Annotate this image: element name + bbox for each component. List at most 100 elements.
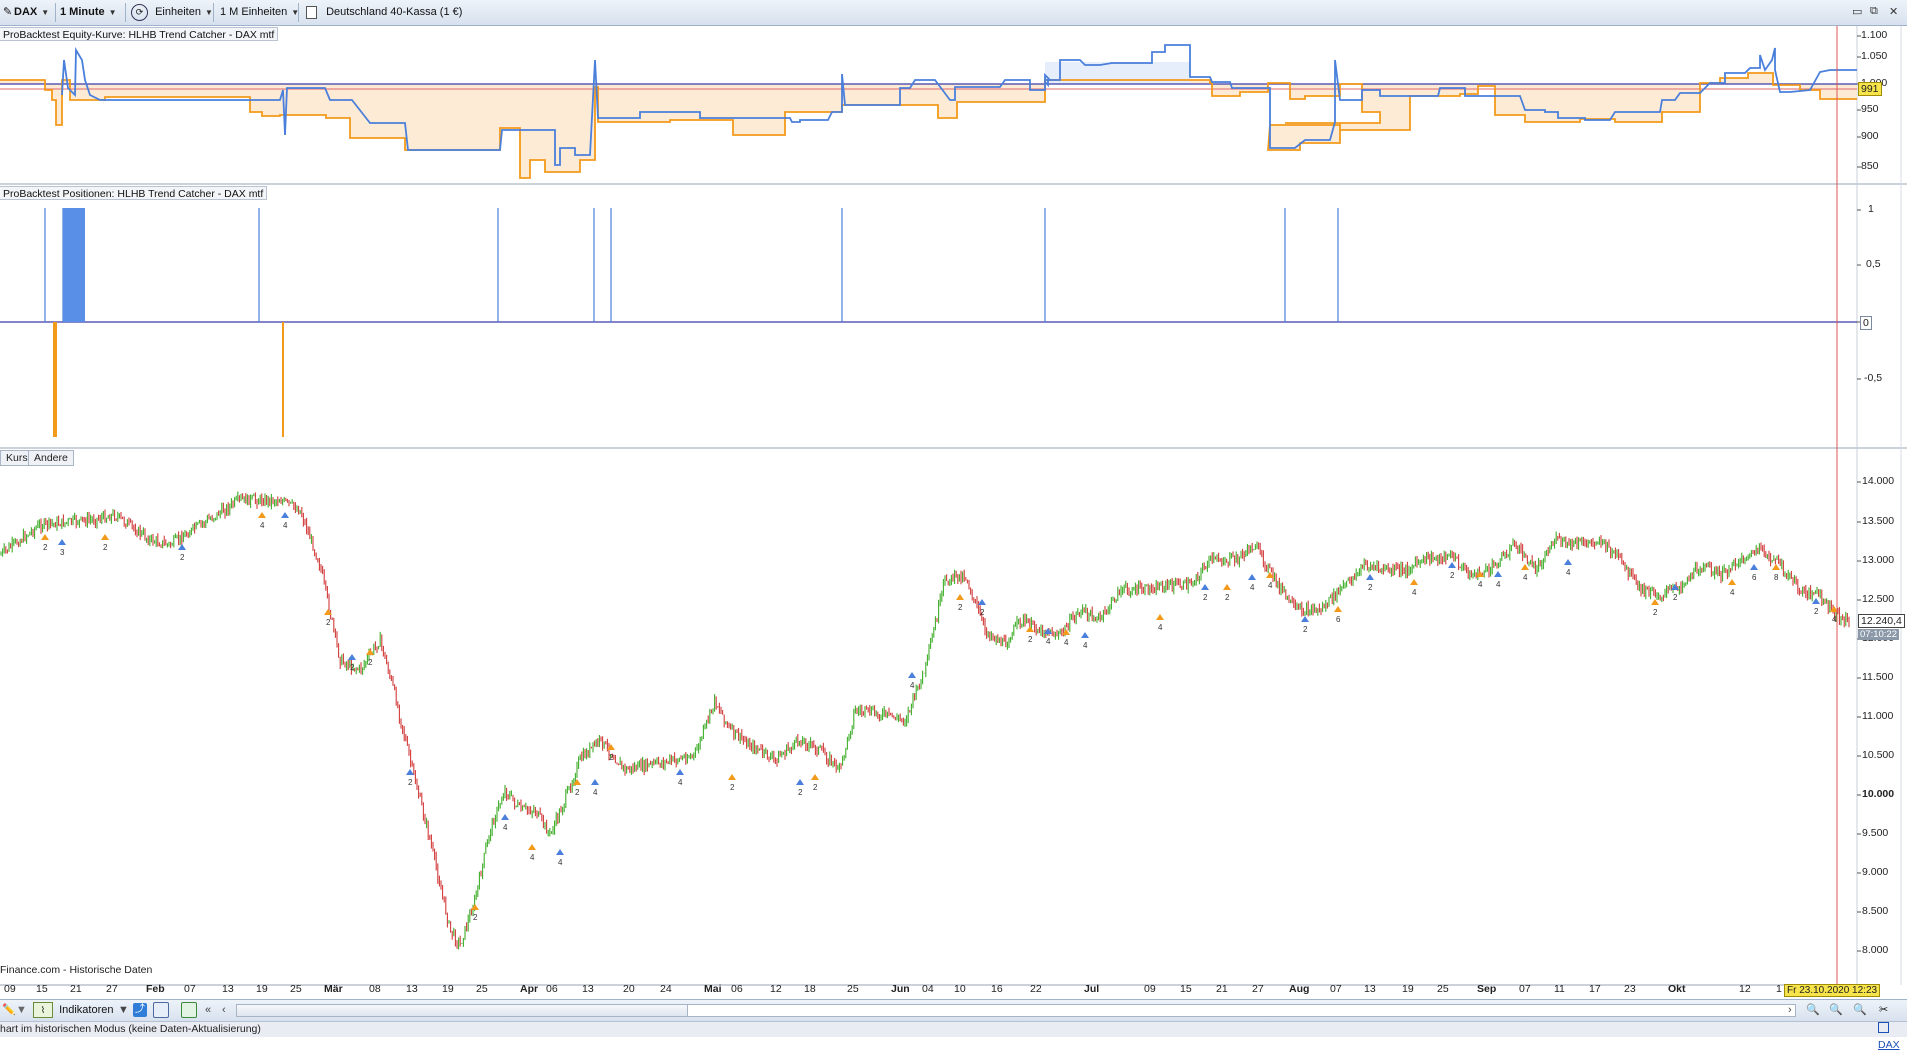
time-axis-label: 25 <box>290 983 302 995</box>
trade-marker-arrow <box>796 779 804 785</box>
time-axis-label: 06 <box>546 983 558 995</box>
time-axis-label: 17 <box>1589 983 1601 995</box>
zoom-in-icon[interactable]: 🔍 <box>1853 1002 1867 1019</box>
trade-marker-arrow <box>1156 614 1164 620</box>
dax-link[interactable]: DAX <box>1878 1022 1907 1053</box>
time-axis-label: Aug <box>1289 983 1310 995</box>
bottom-toolbar: ✏️ ▼ ⌇ Indikatoren ▼ ⤴ « ‹ › 🔍 🔍 🔍 ✂ <box>0 999 1907 1021</box>
time-axis-label: 13 <box>222 983 234 995</box>
trade-marker-arrow <box>41 534 49 540</box>
trade-marker-arrow <box>101 534 109 540</box>
zoom-out-icon[interactable]: 🔍 <box>1829 1002 1843 1019</box>
export-icon[interactable] <box>181 1002 197 1019</box>
time-axis-label: 12 <box>770 983 782 995</box>
trade-marker-count: 4 <box>1064 638 1069 647</box>
chevron-down-icon[interactable]: ▼ <box>118 1002 129 1019</box>
price-tick: 14.000 <box>1862 475 1895 487</box>
trade-marker-count: 2 <box>473 913 478 922</box>
status-text: hart im historischen Modus (keine Daten-… <box>0 1023 261 1035</box>
timeframe-selector[interactable]: 1 Minute ▼ <box>60 3 117 22</box>
chart-area[interactable]: 23224 4222224442 4242224222 4 4 442 24 4262424 4… <box>0 26 1907 999</box>
current-time-label: 07:10:22 <box>1858 629 1899 640</box>
trade-marker-count: 2 <box>1653 608 1658 617</box>
scroll-left-fast-icon[interactable]: « <box>205 1002 211 1019</box>
tab-andere[interactable]: Andere <box>28 450 74 466</box>
time-axis-label: 09 <box>4 983 16 995</box>
equity-tick: 1.100 <box>1861 29 1888 41</box>
trade-marker-count: 4 <box>1566 568 1571 577</box>
time-axis-label: 23 <box>1624 983 1636 995</box>
trade-marker-count: 4 <box>530 853 535 862</box>
equity-tick: 900 <box>1861 130 1879 142</box>
trade-marker-count: 2 <box>43 543 48 552</box>
time-axis-label: 13 <box>1364 983 1376 995</box>
data-source-note: Finance.com - Historische Daten <box>0 964 153 976</box>
trade-marker-arrow <box>1651 599 1659 605</box>
trade-marker-arrow <box>728 774 736 780</box>
time-axis-label: 27 <box>1252 983 1264 995</box>
trade-marker-count: 4 <box>1496 580 1501 589</box>
units-selector[interactable]: ⟳ Einheiten ▼ <box>131 3 213 22</box>
trade-marker-arrow <box>366 649 374 655</box>
units-count-label: 1 M Einheiten <box>220 6 288 18</box>
trade-marker-arrow <box>58 539 66 545</box>
price-tick: 9.000 <box>1862 866 1889 878</box>
trade-marker-count: 2 <box>575 788 580 797</box>
current-price-label: 12.240,4 <box>1858 614 1905 628</box>
trade-marker-count: 2 <box>609 753 614 762</box>
positions-tick: -0,5 <box>1864 372 1883 384</box>
trade-marker-count: 2 <box>408 778 413 787</box>
price-tick: 8.000 <box>1862 944 1889 956</box>
scroll-right-icon[interactable]: › <box>1788 1002 1792 1019</box>
time-axis-label: 04 <box>922 983 934 995</box>
time-axis-label: 27 <box>106 983 118 995</box>
zoom-fit-icon[interactable]: 🔍 <box>1806 1002 1820 1019</box>
trade-marker-count: 4 <box>558 858 563 867</box>
scrollbar-thumb[interactable] <box>237 1005 688 1016</box>
pencil-tool-icon[interactable]: ✏️ <box>2 1002 16 1019</box>
units-count-selector[interactable]: 1 M Einheiten ▼ <box>220 3 299 22</box>
time-axis-label: 25 <box>1437 983 1449 995</box>
copy-icon[interactable] <box>153 1002 169 1019</box>
trade-marker-count: 2 <box>326 618 331 627</box>
trade-marker-arrow <box>1728 579 1736 585</box>
price-tick: 13.000 <box>1862 554 1895 566</box>
time-axis-label: Jul <box>1084 983 1100 995</box>
instrument-info[interactable]: Deutschland 40-Kassa (1 €) <box>306 3 462 22</box>
scroll-left-icon[interactable]: ‹ <box>222 1002 226 1019</box>
time-axis-label: 09 <box>1144 983 1156 995</box>
pencil-icon[interactable]: ✎ <box>3 3 12 22</box>
time-axis-label: 1 <box>1776 983 1782 995</box>
positions-tick: 1 <box>1868 203 1874 215</box>
time-axis-label: Mär <box>324 983 343 995</box>
instrument-selector[interactable]: DAX ▼ <box>14 3 49 22</box>
time-axis-label: 19 <box>442 983 454 995</box>
trade-markers: 2 3 2 2 4 4 2 2 2 2 2 4 4 4 2 4 2 4 2 2 2 4 2 2 2 4 4 4 4 2 2 4 4 2 6 2 4 2 4 4… <box>41 512 1838 922</box>
minimize-icon[interactable]: ▭ <box>1852 5 1862 18</box>
indicators-button[interactable]: ⌇ Indikatoren <box>33 1002 114 1019</box>
time-axis-label: 15 <box>36 983 48 995</box>
units-label: Einheiten <box>155 6 201 18</box>
trade-marker-arrow <box>1301 616 1309 622</box>
time-axis-label: 10 <box>954 983 966 995</box>
trade-marker-arrow <box>591 779 599 785</box>
trade-marker-count: 2 <box>1814 607 1819 616</box>
timeframe-label: 1 Minute <box>60 6 105 18</box>
trade-marker-count: 4 <box>260 521 265 530</box>
trade-marker-count: 4 <box>1730 588 1735 597</box>
share-icon[interactable]: ⤴ <box>133 1002 147 1019</box>
price-tick: 11.000 <box>1862 710 1894 722</box>
trade-marker-count: 4 <box>1083 641 1088 650</box>
tools-icon[interactable]: ✂ <box>1879 1002 1888 1019</box>
clock-icon: ⟳ <box>131 3 148 21</box>
close-icon[interactable]: ✕ <box>1889 5 1898 18</box>
chevron-down-icon[interactable]: ▼ <box>16 1002 27 1019</box>
trade-marker-count: 2 <box>1028 635 1033 644</box>
trade-marker-count: 2 <box>1203 593 1208 602</box>
trade-marker-arrow <box>556 849 564 855</box>
time-scrollbar[interactable] <box>236 1004 1796 1017</box>
time-axis-label: 13 <box>406 983 418 995</box>
document-icon <box>306 5 317 19</box>
positions-tick: 0,5 <box>1866 258 1881 270</box>
maximize-icon[interactable]: ⧉ <box>1870 5 1878 18</box>
